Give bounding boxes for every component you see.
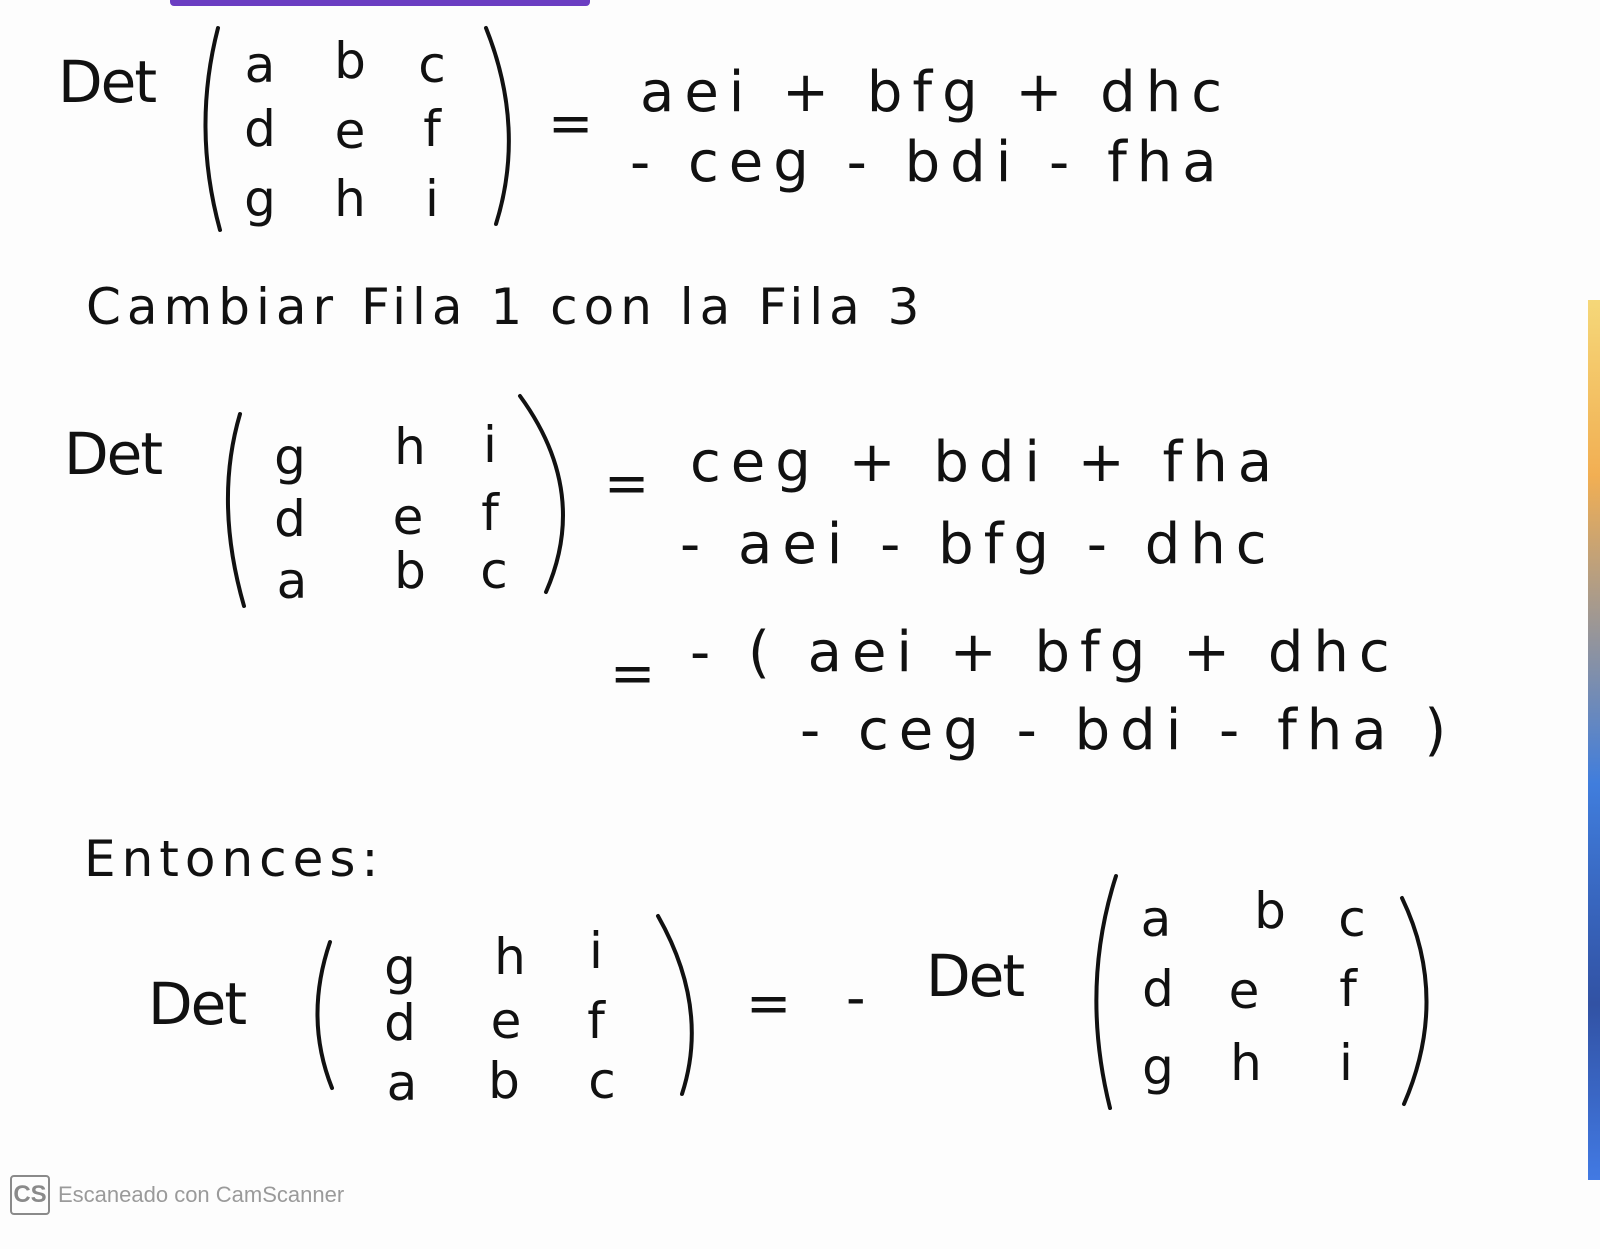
m3l-r2c0: a — [386, 1054, 418, 1112]
rhs-2-line-4: - ceg - bdi - fha ) — [800, 698, 1457, 763]
m1-r0c0: a — [244, 36, 276, 94]
minus-sign: - — [846, 966, 866, 1029]
camscanner-logo-icon: CS — [10, 1175, 50, 1215]
m3r-r1c2: f — [1339, 960, 1357, 1018]
rhs-1-line-1: aei + bfg + dhc — [640, 60, 1233, 125]
m1-r0c2: c — [418, 36, 446, 94]
rhs-2-line-3: - ( aei + bfg + dhc — [690, 620, 1400, 685]
rhs-1-line-2: - ceg - bdi - fha — [630, 130, 1227, 195]
m3l-r0c0: g — [384, 938, 416, 996]
m1-r1c0: d — [244, 100, 276, 158]
m3r-r2c2: i — [1339, 1034, 1353, 1092]
matrix-2: g h i d e f a b c — [210, 392, 590, 612]
det-label-3-right: Det — [926, 942, 1025, 1010]
det-label-3-left: Det — [148, 970, 247, 1038]
m3l-r1c0: d — [384, 994, 416, 1052]
m1-r1c1: e — [334, 102, 366, 160]
m2-r0c0: g — [274, 428, 306, 486]
instruction-text: Cambiar Fila 1 con la Fila 3 — [86, 278, 926, 336]
m3l-r0c2: i — [589, 922, 603, 980]
matrix-1: a b c d e f g h i — [190, 18, 530, 238]
m3l-r0c1: h — [494, 928, 526, 986]
equals-1: = — [548, 92, 594, 155]
camscanner-watermark-text: Escaneado con CamScanner — [58, 1182, 345, 1207]
equals-3: = — [610, 642, 656, 705]
matrix-3-right: a b c d e f g h i — [1080, 868, 1440, 1118]
scan-edge-strip — [170, 0, 590, 6]
scan-right-edge — [1588, 300, 1600, 1180]
camscanner-footer: CS Escaneado con CamScanner — [10, 1175, 344, 1215]
m3r-r0c0: a — [1140, 890, 1172, 948]
equals-2: = — [604, 452, 650, 515]
rhs-2-line-1: ceg + bdi + fha — [690, 430, 1283, 495]
m2-r1c2: f — [481, 484, 499, 542]
m3l-r2c2: c — [588, 1052, 616, 1110]
m3r-r2c1: h — [1230, 1034, 1262, 1092]
m1-r2c2: i — [425, 170, 439, 228]
m2-r2c1: b — [394, 542, 426, 600]
m2-r2c2: c — [480, 542, 508, 600]
rhs-2-line-2: - aei - bfg - dhc — [680, 512, 1277, 577]
m1-r2c0: g — [244, 170, 276, 228]
equals-4: = — [746, 972, 792, 1035]
m2-r1c0: d — [274, 490, 306, 548]
m3l-r1c1: e — [490, 992, 522, 1050]
m3l-r2c1: b — [488, 1052, 520, 1110]
m1-r2c1: h — [334, 170, 366, 228]
m3l-r1c2: f — [587, 992, 605, 1050]
m3r-r1c1: e — [1228, 962, 1260, 1020]
conclusion-label: Entonces: — [84, 830, 385, 888]
m2-r1c1: e — [392, 488, 424, 546]
m2-r2c0: a — [276, 552, 308, 610]
m3r-r1c0: d — [1142, 960, 1174, 1018]
m3r-r0c1: b — [1254, 882, 1286, 940]
m1-r1c2: f — [423, 100, 441, 158]
det-label-2: Det — [64, 420, 163, 488]
m2-r0c1: h — [394, 418, 426, 476]
m2-r0c2: i — [483, 416, 497, 474]
matrix-3-left: g h i d e f a b c — [300, 908, 710, 1118]
m3r-r2c0: g — [1142, 1038, 1174, 1096]
m3r-r0c2: c — [1338, 890, 1366, 948]
det-label-1: Det — [58, 48, 157, 116]
scanned-page: Det a b c d e f g h i = aei + bfg + dhc … — [0, 0, 1600, 1249]
m1-r0c1: b — [334, 32, 366, 90]
